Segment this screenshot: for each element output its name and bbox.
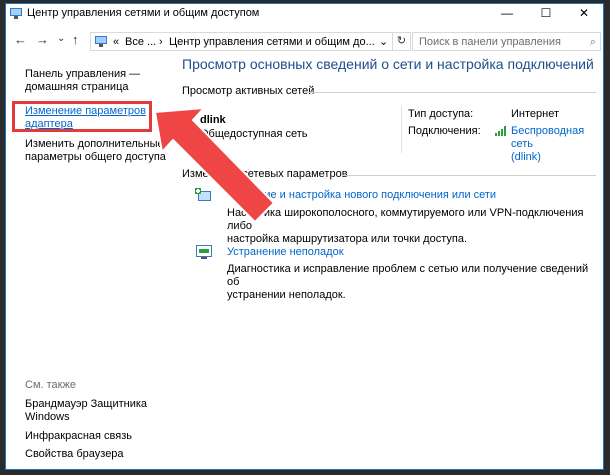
search-input[interactable]: Поиск в панели управления ⌕ bbox=[412, 32, 601, 51]
network-center-window: Центр управления сетями и общим доступом… bbox=[5, 3, 604, 470]
navigation-bar: ← → ⌄ ↑ « Все ... › Центр управления сет… bbox=[6, 24, 603, 58]
divider bbox=[401, 105, 402, 153]
troubleshoot-icon bbox=[196, 245, 212, 259]
divider bbox=[342, 175, 596, 176]
breadcrumb-current[interactable]: Центр управления сетями и общим до... bbox=[169, 36, 375, 48]
search-icon[interactable]: ⌕ bbox=[590, 36, 596, 49]
up-button[interactable]: ↑ bbox=[72, 32, 79, 47]
access-type-value: Интернет bbox=[511, 108, 559, 120]
wireless-connection-link[interactable]: Беспроводная сеть (dlink) bbox=[511, 125, 603, 164]
close-button[interactable]: ✕ bbox=[565, 4, 603, 23]
network-center-icon bbox=[10, 8, 22, 19]
windows-firewall-link[interactable]: Брандмауэр Защитника Windows bbox=[25, 398, 147, 424]
network-center-icon bbox=[95, 36, 107, 47]
search-placeholder: Поиск в панели управления bbox=[419, 36, 561, 48]
forward-button[interactable]: → bbox=[36, 32, 49, 47]
refresh-button[interactable]: ↻ bbox=[393, 32, 411, 51]
access-type-label: Тип доступа: bbox=[408, 108, 474, 120]
breadcrumb-all-items[interactable]: Все ... bbox=[125, 36, 156, 48]
network-type: Общедоступная сеть bbox=[200, 128, 308, 140]
new-connection-description: Настройка широкополосного, коммутируемог… bbox=[227, 207, 584, 245]
recent-locations-button[interactable]: ⌄ bbox=[57, 33, 65, 44]
advanced-sharing-settings-link[interactable]: Изменить дополнительные параметры общего… bbox=[25, 138, 166, 164]
troubleshoot-link[interactable]: Устранение неполадок bbox=[227, 246, 344, 258]
address-dropdown-button[interactable]: ⌄ bbox=[379, 35, 388, 48]
breadcrumb-separator: › bbox=[159, 36, 163, 48]
maximize-button[interactable]: ☐ bbox=[527, 4, 565, 23]
change-settings-header: Изменение сетевых параметров bbox=[182, 168, 348, 180]
minimize-button[interactable]: — bbox=[488, 4, 526, 23]
browser-properties-link[interactable]: Свойства браузера bbox=[25, 448, 124, 461]
control-panel-home-link[interactable]: Панель управления — домашняя страница bbox=[25, 68, 140, 94]
highlight-box bbox=[12, 101, 152, 132]
address-overflow-button[interactable]: « bbox=[113, 36, 119, 48]
window-title: Центр управления сетями и общим доступом bbox=[27, 7, 260, 19]
connections-label: Подключения: bbox=[408, 125, 481, 137]
page-title: Просмотр основных сведений о сети и наст… bbox=[182, 56, 594, 72]
divider bbox=[306, 92, 596, 93]
see-also-heading: См. также bbox=[25, 379, 76, 391]
new-connection-icon bbox=[195, 188, 211, 201]
title-bar: Центр управления сетями и общим доступом… bbox=[6, 4, 603, 23]
network-name: dlink bbox=[200, 114, 226, 126]
wifi-signal-icon bbox=[495, 126, 506, 136]
address-bar[interactable]: « Все ... › Центр управления сетями и об… bbox=[90, 32, 393, 51]
new-connection-link[interactable]: Создание и настройка нового подключения … bbox=[227, 189, 496, 201]
back-button[interactable]: ← bbox=[14, 32, 27, 47]
active-networks-header: Просмотр активных сетей bbox=[182, 85, 315, 97]
troubleshoot-description: Диагностика и исправление проблем с сеть… bbox=[227, 263, 589, 301]
infrared-link[interactable]: Инфракрасная связь bbox=[25, 430, 132, 443]
